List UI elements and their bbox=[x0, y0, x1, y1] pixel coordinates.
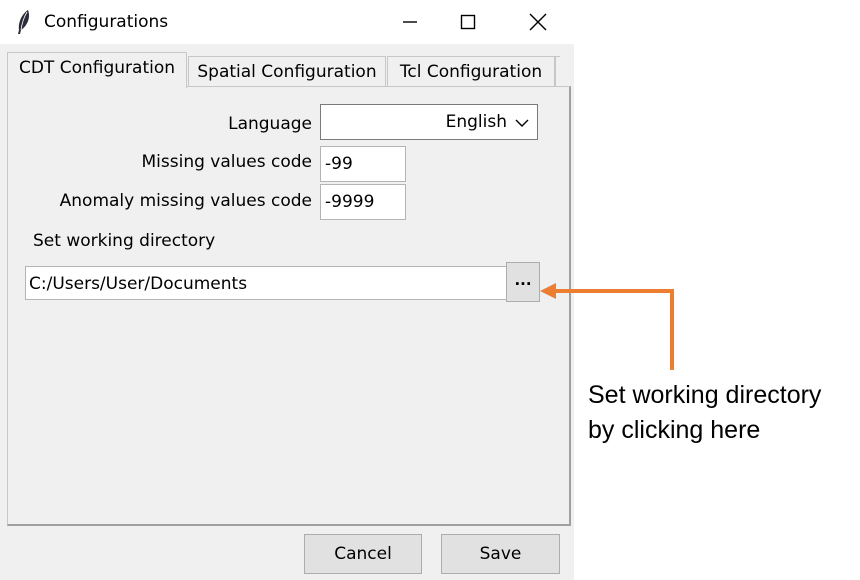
anomaly-missing-values-input[interactable]: -9999 bbox=[320, 184, 406, 220]
tab-spatial-configuration[interactable]: Spatial Configuration bbox=[188, 56, 386, 88]
browse-directory-button[interactable]: ... bbox=[506, 262, 540, 302]
working-directory-label: Set working directory bbox=[33, 231, 216, 251]
missing-values-label: Missing values code bbox=[141, 152, 313, 172]
language-select[interactable]: English bbox=[320, 104, 538, 140]
title-bar[interactable]: Configurations bbox=[0, 0, 574, 44]
maximize-button[interactable] bbox=[436, 0, 500, 44]
window-title: Configurations bbox=[44, 12, 169, 32]
save-button[interactable]: Save bbox=[441, 534, 560, 574]
tab-tcl-configuration[interactable]: Tcl Configuration bbox=[387, 56, 555, 88]
feather-icon bbox=[18, 10, 30, 34]
minimize-icon bbox=[403, 21, 417, 23]
callout-line-2: by clicking here bbox=[588, 416, 761, 444]
callout-line-1: Set working directory bbox=[588, 381, 822, 409]
chevron-down-icon bbox=[515, 119, 529, 127]
working-directory-input[interactable]: C:/Users/User/Documents bbox=[25, 266, 508, 300]
anomaly-missing-values-label: Anomaly missing values code bbox=[59, 191, 312, 211]
language-selected-value: English bbox=[445, 112, 507, 132]
tab-bar: CDT Configuration Spatial Configuration … bbox=[0, 44, 574, 88]
configurations-window: Configurations CDT Configuration Spatial… bbox=[0, 0, 574, 580]
minimize-button[interactable] bbox=[378, 0, 442, 44]
callout-text: Set working directory by clicking here bbox=[588, 378, 821, 448]
tab-bar-edge bbox=[555, 56, 560, 87]
missing-values-input[interactable]: -99 bbox=[320, 146, 406, 182]
tab-cdt-configuration[interactable]: CDT Configuration bbox=[7, 52, 187, 88]
language-label: Language bbox=[228, 114, 312, 134]
maximize-icon bbox=[460, 14, 476, 30]
cancel-button[interactable]: Cancel bbox=[304, 534, 422, 574]
close-icon bbox=[529, 13, 547, 31]
close-button[interactable] bbox=[506, 0, 570, 44]
